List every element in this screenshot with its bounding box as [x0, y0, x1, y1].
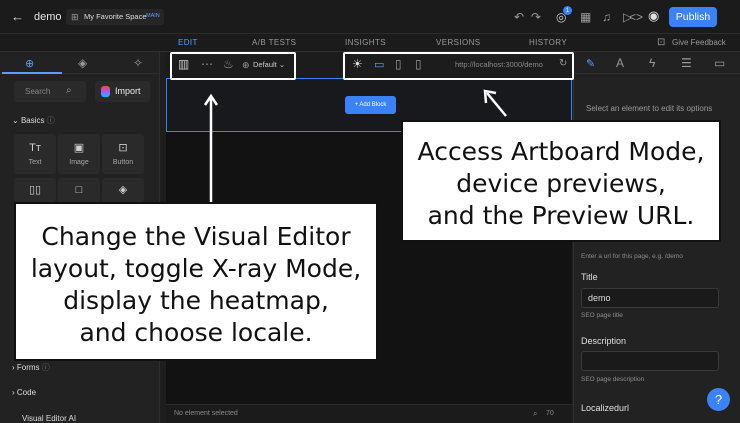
callout-layout: Change the Visual Editor layout, toggle … — [14, 202, 378, 361]
callout-artboard-line-1: Access Artboard Mode, — [417, 137, 705, 166]
callout-layout-line-1: Change the Visual Editor — [41, 222, 351, 251]
callout-artboard-line-2: device previews, — [456, 169, 666, 198]
arrow-right-shaft — [486, 92, 507, 117]
callout-artboard-line-3: and the Preview URL. — [427, 201, 695, 230]
callout-artboard: Access Artboard Mode, device previews, a… — [401, 120, 721, 242]
callout-layout-line-3: display the heatmap, — [63, 286, 329, 315]
app-window: ← demo ⊞ My Favorite Space MAIN ↶ ↷ ◎ 1 … — [0, 0, 740, 423]
callout-layout-line-2: layout, toggle X-ray Mode, — [30, 254, 362, 283]
callout-layout-line-4: and choose locale. — [79, 318, 313, 347]
